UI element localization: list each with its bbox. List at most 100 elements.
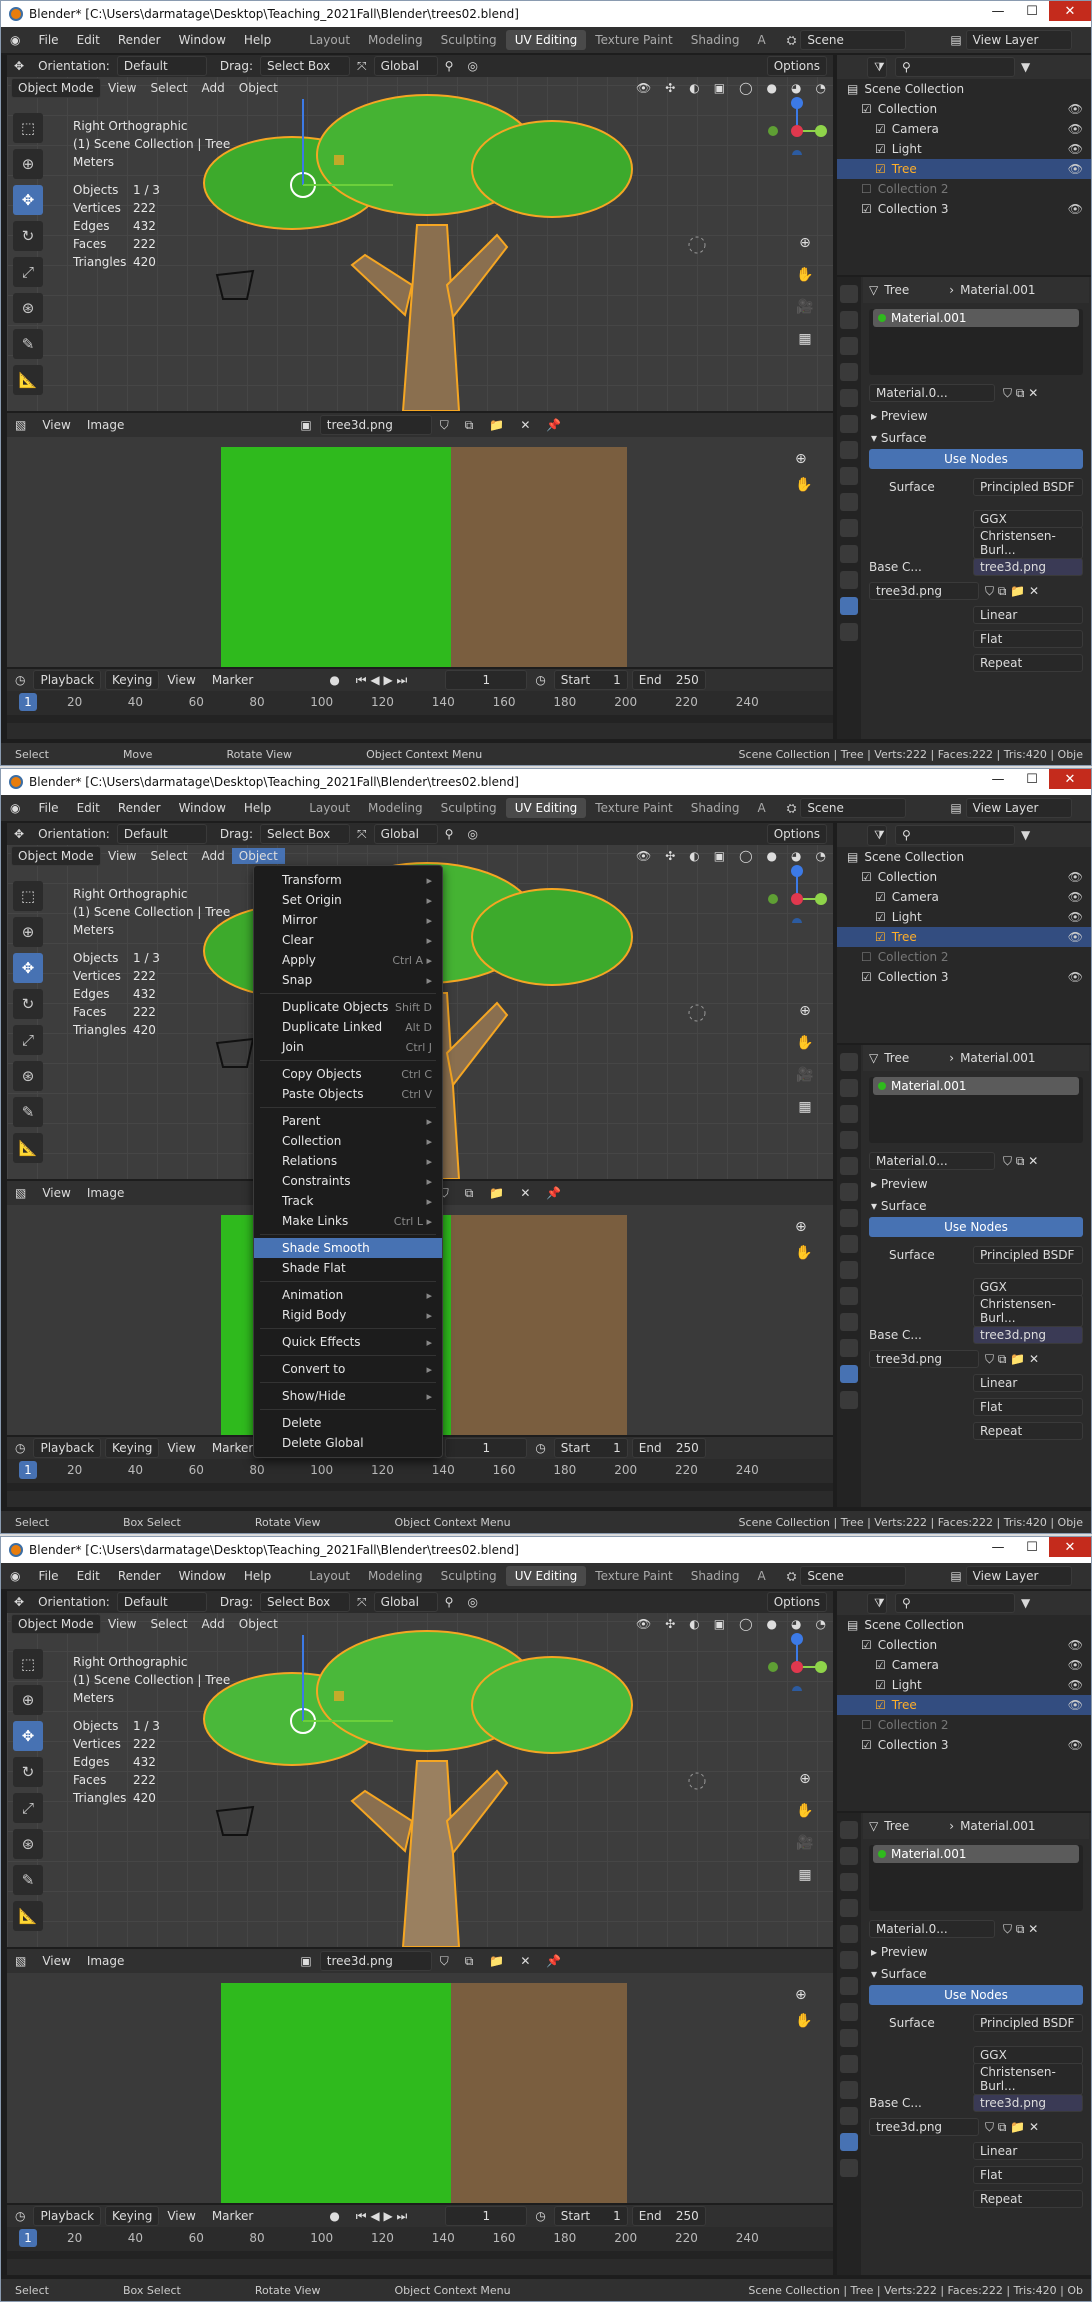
uv-menu-view[interactable]: View	[34, 418, 78, 432]
playback-controls-icon[interactable]: ⏮ ◀ ▶ ⏭	[348, 673, 416, 688]
outliner-item[interactable]: ☑ Collection 👁	[837, 867, 1091, 887]
tab-layout[interactable]: Layout	[300, 30, 359, 50]
menu-help[interactable]: Help	[235, 1569, 280, 1583]
timeline-scrollbar[interactable]	[7, 715, 833, 723]
scene-selector[interactable]: Scene	[800, 798, 907, 818]
uv-menu-image[interactable]: Image	[79, 1186, 133, 1200]
visibility-eye-icon[interactable]: 👁	[1068, 870, 1083, 884]
checkbox-icon[interactable]: ☑	[875, 930, 886, 944]
modifier-tab-icon[interactable]	[840, 1235, 858, 1253]
checkbox-icon[interactable]: ☑	[875, 122, 886, 136]
close-button[interactable]: ✕	[1049, 1, 1091, 21]
outliner-item[interactable]: ☑ Collection 3 👁	[837, 1735, 1091, 1755]
output-tab-icon[interactable]	[840, 1105, 858, 1123]
physics-tab-icon[interactable]	[840, 519, 858, 537]
outliner-item[interactable]: ☑ Light 👁	[837, 139, 1091, 159]
image-texture-field[interactable]: tree3d.png	[869, 1350, 979, 1368]
outliner-item[interactable]: ☐ Collection 2	[837, 947, 1091, 967]
pin-icon[interactable]: 📌	[538, 1186, 569, 1200]
uv-menu-image[interactable]: Image	[79, 418, 133, 432]
camera-view-icon[interactable]: 🎥	[793, 1067, 817, 1091]
menu-item[interactable]: Convert to ▸	[254, 1359, 442, 1379]
tool-tab-icon[interactable]	[840, 285, 858, 303]
visibility-eye-icon[interactable]: 👁	[1068, 1658, 1083, 1672]
open-image-icon[interactable]: 📁	[481, 1954, 512, 1968]
menu-edit[interactable]: Edit	[68, 1569, 109, 1583]
surface-panel[interactable]: ▾ Surface	[863, 1963, 1089, 1985]
texture-tab-icon[interactable]	[840, 623, 858, 641]
projection-dropdown[interactable]: Flat	[973, 2166, 1083, 2184]
outliner-search-input[interactable]: ⚲	[895, 825, 1015, 845]
pan-hand-icon[interactable]: ✋	[793, 267, 817, 291]
particles-tab-icon[interactable]	[840, 493, 858, 511]
menu-item[interactable]: Relations ▸	[254, 1151, 442, 1171]
surface-shader-field[interactable]: Principled BSDF	[973, 2014, 1083, 2032]
checkbox-icon[interactable]: ☑	[861, 102, 872, 116]
world-tab-icon[interactable]	[840, 1183, 858, 1201]
tab-shading[interactable]: Shading	[682, 30, 749, 50]
image-actions-icon[interactable]: ⛉ ⧉ 📁 ✕	[985, 1352, 1039, 1367]
tab-more[interactable]: A	[748, 798, 774, 818]
editor-type-icon[interactable]: ◉	[1, 1569, 29, 1583]
checkbox-icon[interactable]: ☑	[861, 1738, 872, 1752]
material-tab-icon[interactable]	[840, 1365, 858, 1383]
tool-tab-icon[interactable]	[840, 1821, 858, 1839]
zoom-icon[interactable]: ⊕	[795, 451, 819, 467]
render-tab-icon[interactable]	[840, 1847, 858, 1865]
zoom-icon[interactable]: ⊕	[795, 1219, 819, 1235]
menu-item[interactable]: Copy Objects Ctrl C	[254, 1064, 442, 1084]
subsurface-dropdown[interactable]: Christensen-Burl...	[973, 2063, 1083, 2095]
new-image-icon[interactable]: ⧉	[457, 1186, 482, 1201]
extension-dropdown[interactable]: Repeat	[973, 2190, 1083, 2208]
pan-hand-icon[interactable]: ✋	[795, 1245, 819, 1261]
preview-panel[interactable]: ▸ Preview	[863, 405, 1089, 427]
tab-layout[interactable]: Layout	[300, 1566, 359, 1586]
view-layer-selector[interactable]: View Layer	[965, 798, 1072, 818]
end-frame-field[interactable]: End 250	[631, 1438, 706, 1458]
pin-icon[interactable]: 📌	[538, 1954, 569, 1968]
menu-item[interactable]: Mirror ▸	[254, 910, 442, 930]
record-icon[interactable]: ●	[321, 2209, 347, 2223]
use-nodes-button[interactable]: Use Nodes	[869, 1985, 1083, 2005]
menu-item[interactable]: Join Ctrl J	[254, 1037, 442, 1057]
uv-canvas[interactable]: ⊕ ✋	[7, 437, 833, 667]
distribution-dropdown[interactable]: GGX	[973, 2046, 1083, 2064]
object-tab-icon[interactable]	[840, 1977, 858, 1995]
ortho-grid-icon[interactable]: ▦	[793, 331, 817, 355]
checkbox-icon[interactable]: ☑	[875, 910, 886, 924]
modifier-tab-icon[interactable]	[840, 2003, 858, 2021]
start-frame-field[interactable]: Start 1	[553, 1438, 628, 1458]
interpolation-dropdown[interactable]: Linear	[973, 606, 1083, 624]
collection-icon[interactable]: ▤	[847, 1618, 858, 1632]
outliner-item[interactable]: ☑ Collection 👁	[837, 99, 1091, 119]
tab-uv-editing[interactable]: UV Editing	[505, 30, 587, 50]
maximize-button[interactable]: ☐	[1015, 1, 1049, 21]
navigation-gizmo[interactable]	[767, 95, 827, 160]
menu-item[interactable]: Snap ▸	[254, 970, 442, 990]
unlink-image-icon[interactable]: ✕	[512, 418, 538, 432]
world-tab-icon[interactable]	[840, 415, 858, 433]
pan-hand-icon[interactable]: ✋	[793, 1035, 817, 1059]
pan-hand-icon[interactable]: ✋	[795, 2013, 819, 2029]
tab-more[interactable]: A	[748, 1566, 774, 1586]
outliner-item[interactable]: ☑ Collection 3 👁	[837, 199, 1091, 219]
minimize-button[interactable]: —	[981, 1, 1015, 21]
menu-help[interactable]: Help	[235, 801, 280, 815]
menu-item[interactable]: Paste Objects Ctrl V	[254, 1084, 442, 1104]
keying-menu[interactable]: Keying	[105, 1438, 160, 1458]
tab-more[interactable]: A	[748, 30, 774, 50]
pan-hand-icon[interactable]: ✋	[795, 477, 819, 493]
menu-item[interactable]: Duplicate Linked Alt D	[254, 1017, 442, 1037]
material-actions-icon[interactable]: ⛉ ⧉ ✕	[1003, 386, 1038, 401]
view-layer-tab-icon[interactable]	[840, 363, 858, 381]
collection-icon[interactable]: ▤	[847, 82, 858, 96]
menu-item[interactable]: Show/Hide ▸	[254, 1386, 442, 1406]
open-image-icon[interactable]: 📁	[481, 418, 512, 432]
subsurface-dropdown[interactable]: Christensen-Burl...	[973, 527, 1083, 559]
interpolation-dropdown[interactable]: Linear	[973, 1374, 1083, 1392]
end-frame-field[interactable]: End 250	[631, 670, 706, 690]
preview-panel[interactable]: ▸ Preview	[863, 1173, 1089, 1195]
menu-item[interactable]: Set Origin ▸	[254, 890, 442, 910]
object-tab-icon[interactable]	[840, 1209, 858, 1227]
checkbox-icon[interactable]: ☑	[875, 1698, 886, 1712]
